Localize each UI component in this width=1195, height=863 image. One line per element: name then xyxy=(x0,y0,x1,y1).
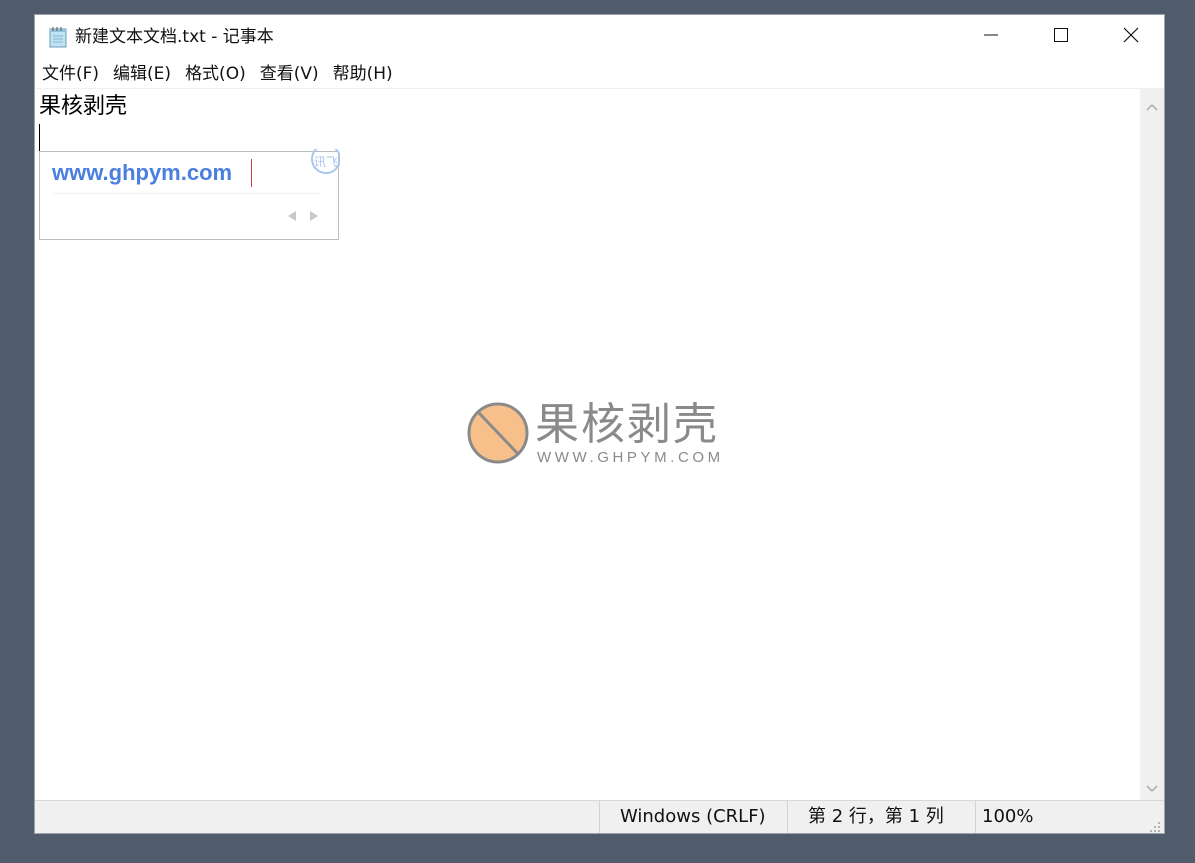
title-bar[interactable]: 新建文本文档.txt - 记事本 xyxy=(35,15,1164,59)
status-bar: Windows (CRLF) 第 2 行，第 1 列 100% xyxy=(35,800,1164,833)
ime-candidate-window: www.ghpym.com 讯飞 xyxy=(39,149,340,240)
minimize-button[interactable] xyxy=(956,15,1026,59)
editor-line-1: 果核剥壳 xyxy=(39,94,128,119)
chevron-up-icon[interactable] xyxy=(1146,97,1158,116)
notepad-icon xyxy=(48,26,68,48)
menu-format[interactable]: 格式(O) xyxy=(178,59,253,89)
menu-file[interactable]: 文件(F) xyxy=(35,59,106,89)
chevron-down-icon[interactable] xyxy=(1146,779,1158,798)
text-editor[interactable]: 果核剥壳 www.ghpym.com 讯飞 果核剥壳 WWW.GHPYM.COM xyxy=(35,89,1140,800)
ime-page-arrows xyxy=(286,208,326,222)
ime-composition-text: www.ghpym.com xyxy=(52,160,233,185)
status-line-ending: Windows (CRLF) xyxy=(599,801,787,833)
vertical-scrollbar[interactable] xyxy=(1140,89,1164,800)
close-icon xyxy=(1122,26,1140,48)
maximize-button[interactable] xyxy=(1026,15,1096,59)
maximize-icon xyxy=(1053,27,1069,47)
window-title: 新建文本文档.txt - 记事本 xyxy=(75,27,274,47)
text-caret xyxy=(39,124,40,151)
menu-help[interactable]: 帮助(H) xyxy=(326,59,400,89)
triangle-left-icon[interactable] xyxy=(286,208,298,222)
watermark-title: 果核剥壳 xyxy=(535,399,719,450)
ime-logo-text: 讯飞 xyxy=(314,155,338,169)
minimize-icon xyxy=(983,27,999,47)
status-zoom: 100% xyxy=(975,801,1145,833)
close-button[interactable] xyxy=(1096,15,1166,59)
watermark: 果核剥壳 WWW.GHPYM.COM xyxy=(467,401,737,471)
triangle-right-icon[interactable] xyxy=(308,208,320,222)
resize-grip-icon[interactable] xyxy=(1149,818,1161,832)
watermark-logo-icon xyxy=(467,401,533,467)
notepad-window: 新建文本文档.txt - 记事本 文件(F) 编辑(E) 格式(O) 查看(V)… xyxy=(34,14,1165,834)
menu-edit[interactable]: 编辑(E) xyxy=(106,59,178,89)
watermark-subtitle: WWW.GHPYM.COM xyxy=(537,449,724,466)
menu-bar: 文件(F) 编辑(E) 格式(O) 查看(V) 帮助(H) xyxy=(35,59,1164,89)
menu-view[interactable]: 查看(V) xyxy=(253,59,326,89)
ime-caret xyxy=(251,159,252,187)
iflytek-logo-icon: 讯飞 xyxy=(308,149,340,175)
status-cursor-position: 第 2 行，第 1 列 xyxy=(787,801,975,833)
ime-divider xyxy=(52,193,322,194)
